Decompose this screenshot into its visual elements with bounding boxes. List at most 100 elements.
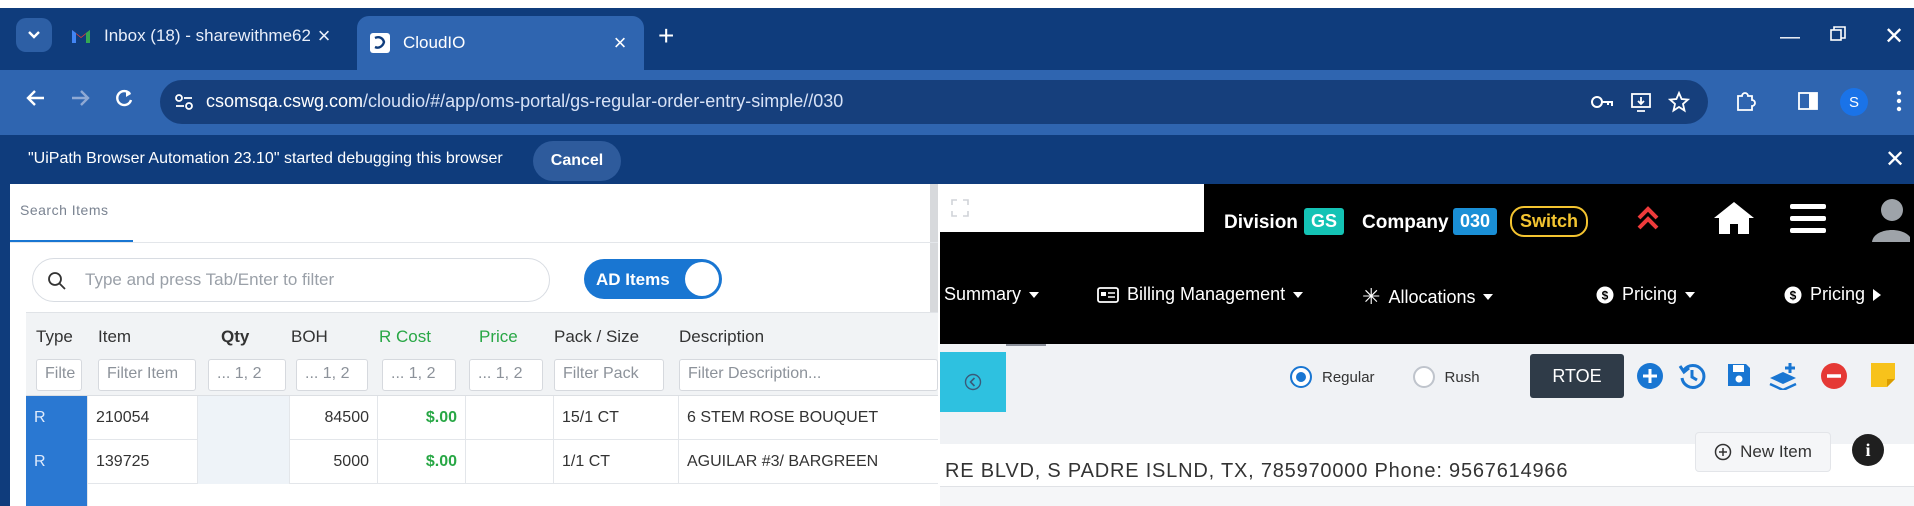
svg-text:$: $: [1790, 288, 1797, 302]
search-filter-box: [32, 258, 550, 302]
active-tab-indicator: [1006, 344, 1046, 346]
tab-title: CloudIO: [403, 33, 466, 52]
fullscreen-icon[interactable]: [950, 198, 970, 218]
radio-regular[interactable]: [1290, 366, 1312, 388]
tab-search-button[interactable]: [16, 18, 52, 52]
tab-gmail[interactable]: Inbox (18) - sharewithme62@gr ×: [58, 14, 348, 58]
col-header-qty[interactable]: Qty: [221, 327, 249, 347]
filter-type[interactable]: Filte: [36, 359, 82, 391]
nav-billing-management[interactable]: Billing Management: [1097, 284, 1304, 305]
install-app-icon[interactable]: [1630, 91, 1652, 113]
debugging-infobar: "UiPath Browser Automation 23.10" starte…: [0, 134, 1914, 184]
regular-label: Regular: [1322, 368, 1375, 386]
caret-right-icon: [1873, 288, 1882, 301]
reload-icon[interactable]: [114, 88, 134, 108]
more-vert-icon[interactable]: [1896, 90, 1902, 112]
save-icon[interactable]: [1726, 362, 1752, 388]
nav-pricing[interactable]: $ Pricing: [1596, 284, 1696, 305]
new-item-label: New Item: [1740, 442, 1812, 461]
col-header-boh[interactable]: BOH: [291, 327, 328, 347]
collapse-up-icon[interactable]: [1636, 204, 1660, 232]
col-header-item[interactable]: Item: [98, 327, 131, 347]
site-info-icon[interactable]: [174, 92, 194, 112]
col-header-price[interactable]: Price: [479, 327, 518, 347]
add-circle-outline-icon: [1714, 443, 1732, 461]
cell-pack-size: 15/1 CT: [554, 396, 679, 440]
new-item-button[interactable]: New Item: [1695, 432, 1831, 472]
info-icon[interactable]: i: [1852, 434, 1884, 466]
col-header-rcost[interactable]: R Cost: [379, 327, 431, 347]
dollar-coin-icon: $: [1596, 286, 1614, 303]
filter-item[interactable]: Filter Item: [98, 359, 196, 391]
company-badge: 030: [1453, 208, 1498, 235]
add-circle-icon[interactable]: [1636, 362, 1664, 390]
cell-qty[interactable]: [198, 440, 290, 484]
user-avatar-icon[interactable]: [1870, 196, 1910, 242]
switch-button[interactable]: Switch: [1510, 206, 1589, 237]
restore-icon[interactable]: [1830, 26, 1846, 42]
billing-card-icon: [1097, 286, 1119, 303]
collapse-panel-button[interactable]: [940, 352, 1006, 412]
cell-description: 6 STEM ROSE BOUQUET: [687, 409, 879, 426]
table-row[interactable]: R 139725 5000 $.00 1/1 CT AGUILAR #3/ BA…: [26, 440, 938, 484]
col-header-description[interactable]: Description: [679, 327, 764, 347]
nav-allocations[interactable]: ✳ Allocations: [1362, 284, 1494, 310]
key-icon[interactable]: [1590, 93, 1614, 111]
sticky-note-icon[interactable]: [1870, 362, 1896, 388]
division-badge: GS: [1304, 208, 1345, 235]
new-tab-button[interactable]: +: [658, 22, 674, 50]
radio-rush[interactable]: [1412, 366, 1435, 388]
company-label: Company: [1362, 212, 1449, 233]
side-panel-icon[interactable]: [1798, 92, 1818, 110]
tab-search-items[interactable]: Search Items: [20, 202, 108, 218]
caret-down-icon: [1293, 291, 1304, 298]
layers-add-icon[interactable]: [1768, 362, 1798, 390]
bookmark-star-icon[interactable]: [1668, 91, 1690, 113]
filter-description[interactable]: Filter Description...: [679, 359, 938, 391]
tab-cloudio[interactable]: CloudIO ×: [357, 16, 644, 70]
nav-summary[interactable]: Summary: [944, 284, 1040, 305]
svg-text:$: $: [1602, 288, 1609, 302]
filter-qty[interactable]: ... 1, 2: [208, 359, 286, 391]
cell-qty[interactable]: [198, 396, 290, 440]
search-input[interactable]: [85, 268, 525, 292]
hamburger-menu-icon[interactable]: [1790, 204, 1826, 234]
close-icon[interactable]: ✕: [1885, 145, 1905, 174]
cell-item: 210054: [88, 396, 198, 440]
window-edge: [0, 184, 10, 506]
minimize-icon[interactable]: —: [1780, 26, 1800, 49]
filter-boh[interactable]: ... 1, 2: [296, 359, 368, 391]
col-header-type[interactable]: Type: [36, 327, 73, 347]
ad-items-toggle[interactable]: AD Items: [584, 259, 722, 299]
nav-label: Summary: [944, 284, 1022, 304]
nav-pricing-submenu[interactable]: $ Pricing: [1784, 284, 1882, 305]
extensions-icon[interactable]: [1734, 90, 1756, 112]
asterisk-icon: ✳: [1362, 284, 1381, 309]
circle-chevron-left-icon: [964, 373, 982, 391]
filter-pack-size[interactable]: Filter Pack: [554, 359, 664, 391]
remove-circle-icon[interactable]: [1820, 362, 1848, 390]
forward-icon[interactable]: [70, 88, 90, 108]
back-icon[interactable]: [26, 88, 46, 108]
cell-type: R: [26, 440, 88, 484]
close-icon[interactable]: ×: [606, 30, 634, 56]
nav-label: Pricing: [1810, 284, 1866, 304]
address-bar[interactable]: csomsqa.cswg.com/cloudio/#/app/oms-porta…: [160, 80, 1708, 124]
filter-price[interactable]: ... 1, 2: [469, 359, 543, 391]
cell-rcost: $.00: [378, 440, 466, 484]
chevron-down-icon: [28, 31, 40, 39]
profile-avatar[interactable]: S: [1840, 88, 1868, 116]
search-icon: [47, 271, 67, 291]
window-close-icon[interactable]: ✕: [1884, 22, 1904, 51]
col-header-pack-size[interactable]: Pack / Size: [554, 327, 639, 347]
filter-rcost[interactable]: ... 1, 2: [382, 359, 456, 391]
divider: [10, 242, 938, 243]
rtoe-button[interactable]: RTOE: [1530, 354, 1624, 398]
history-icon[interactable]: [1678, 362, 1706, 390]
close-icon[interactable]: ×: [310, 23, 338, 49]
cloudio-icon: [369, 32, 391, 54]
cancel-debugging-button[interactable]: Cancel: [533, 141, 621, 181]
table-row[interactable]: R 210054 84500 $.00 15/1 CT 6 STEM ROSE …: [26, 396, 938, 440]
home-icon[interactable]: [1712, 200, 1756, 236]
division-label: Division: [1224, 212, 1298, 233]
